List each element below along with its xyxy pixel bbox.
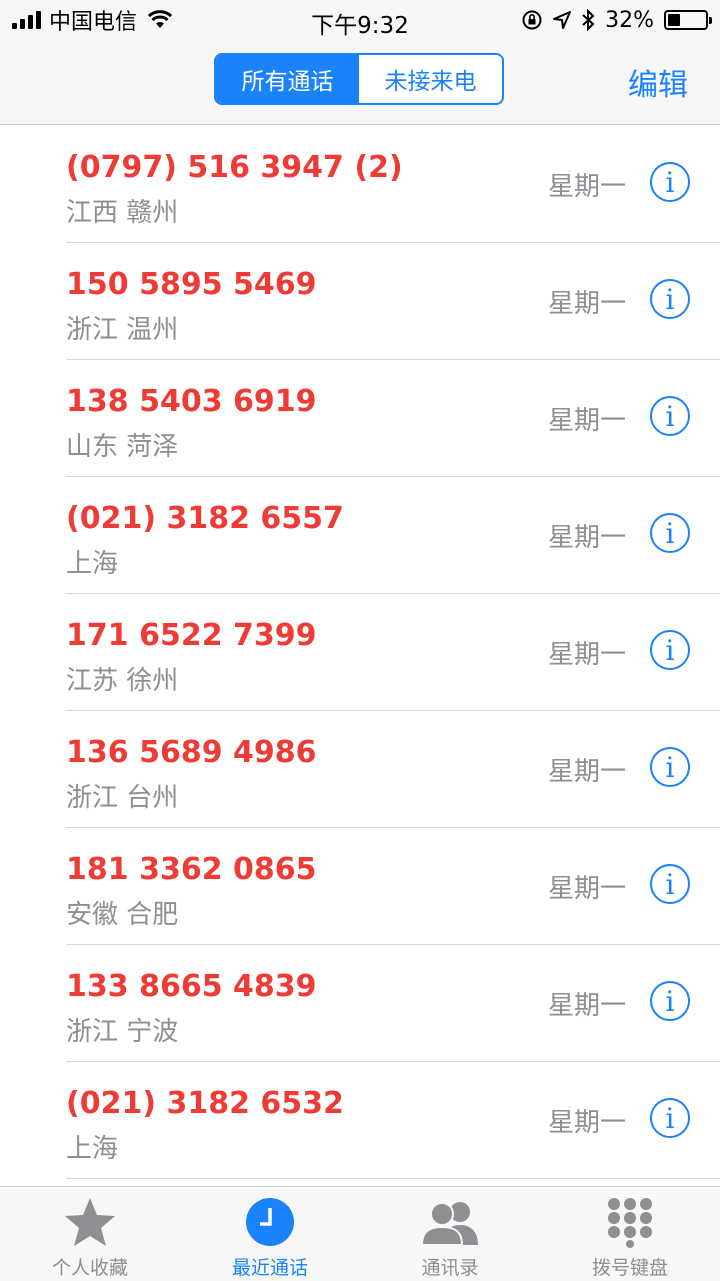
call-row[interactable]: (021) 3182 6557 上海 星期一 i xyxy=(66,477,720,594)
call-row[interactable]: 136 5689 4986 浙江 台州 星期一 i xyxy=(66,711,720,828)
info-icon[interactable]: i xyxy=(650,864,690,904)
call-row[interactable]: (0797) 516 3947 (2) 江西 赣州 星期一 i xyxy=(66,126,720,243)
call-day: 星期一 xyxy=(547,1108,626,1138)
info-icon[interactable]: i xyxy=(650,981,690,1021)
tab-bar: 个人收藏 最近通话 通讯录 拨号键盘 xyxy=(0,1186,720,1281)
call-number: 138 5403 6919 xyxy=(66,384,317,419)
battery-percent: 32% xyxy=(605,7,654,33)
info-icon[interactable]: i xyxy=(650,513,690,553)
call-location: 江西 赣州 xyxy=(66,198,179,228)
call-location: 浙江 温州 xyxy=(66,315,179,345)
call-location: 安徽 合肥 xyxy=(66,900,179,930)
call-filter-segmented-control: 所有通话 未接来电 xyxy=(214,53,504,105)
call-location: 江苏 徐州 xyxy=(66,666,179,696)
status-right: 32% xyxy=(521,6,712,34)
tab-label: 个人收藏 xyxy=(51,1257,128,1279)
call-location: 上海 xyxy=(66,1134,119,1164)
call-row[interactable]: 171 6522 7399 江苏 徐州 星期一 i xyxy=(66,594,720,711)
location-icon xyxy=(553,11,572,29)
tab-label: 最近通话 xyxy=(231,1257,308,1279)
info-icon[interactable]: i xyxy=(650,162,690,202)
info-icon[interactable]: i xyxy=(650,396,690,436)
call-number: (021) 3182 6532 xyxy=(66,1086,344,1121)
call-location: 上海 xyxy=(66,549,119,579)
call-location: 浙江 宁波 xyxy=(66,1017,179,1047)
keypad-icon xyxy=(608,1198,652,1248)
battery-icon xyxy=(664,10,712,30)
tab-label: 通讯录 xyxy=(421,1257,479,1279)
call-number: 150 5895 5469 xyxy=(66,267,317,302)
call-day: 星期一 xyxy=(547,172,626,202)
call-number: 136 5689 4986 xyxy=(66,735,317,770)
call-day: 星期一 xyxy=(547,757,626,787)
star-icon xyxy=(65,1198,115,1246)
edit-button[interactable]: 编辑 xyxy=(628,60,688,104)
call-number: 171 6522 7399 xyxy=(66,618,317,653)
call-number: 181 3362 0865 xyxy=(66,852,317,887)
call-row[interactable]: 150 5895 5469 浙江 温州 星期一 i xyxy=(66,243,720,360)
call-day: 星期一 xyxy=(547,406,626,436)
orientation-lock-icon xyxy=(522,10,542,30)
tab-contacts[interactable]: 通讯录 xyxy=(360,1187,540,1281)
nav-bar: 所有通话 未接来电 编辑 xyxy=(0,40,720,125)
call-number: 133 8665 4839 xyxy=(66,969,317,1004)
segment-all-calls[interactable]: 所有通话 xyxy=(216,55,359,103)
call-day: 星期一 xyxy=(547,640,626,670)
call-number: (0797) 516 3947 (2) xyxy=(66,150,403,185)
call-row[interactable]: (021) 3182 6532 上海 星期一 i xyxy=(66,1062,720,1179)
call-location: 山东 菏泽 xyxy=(66,432,179,462)
call-day: 星期一 xyxy=(547,289,626,319)
tab-favorites[interactable]: 个人收藏 xyxy=(0,1187,180,1281)
call-day: 星期一 xyxy=(547,991,626,1021)
recent-calls-list: (0797) 516 3947 (2) 江西 赣州 星期一 i 150 5895… xyxy=(0,126,720,1186)
bluetooth-icon xyxy=(582,9,595,31)
tab-recents[interactable]: 最近通话 xyxy=(180,1187,360,1281)
call-location: 浙江 台州 xyxy=(66,783,179,813)
call-number: (021) 3182 6557 xyxy=(66,501,344,536)
info-icon[interactable]: i xyxy=(650,747,690,787)
tab-keypad[interactable]: 拨号键盘 xyxy=(540,1187,720,1281)
info-icon[interactable]: i xyxy=(650,279,690,319)
info-icon[interactable]: i xyxy=(650,630,690,670)
call-row[interactable]: 181 3362 0865 安徽 合肥 星期一 i xyxy=(66,828,720,945)
info-icon[interactable]: i xyxy=(650,1098,690,1138)
call-day: 星期一 xyxy=(547,874,626,904)
call-day: 星期一 xyxy=(547,523,626,553)
clock-icon xyxy=(246,1198,294,1246)
segment-missed-calls[interactable]: 未接来电 xyxy=(359,55,502,103)
call-row[interactable]: 138 5403 6919 山东 菏泽 星期一 i xyxy=(66,360,720,477)
status-bar: 中国电信 下午9:32 32% xyxy=(0,0,720,40)
call-row[interactable]: 133 8665 4839 浙江 宁波 星期一 i xyxy=(66,945,720,1062)
contacts-icon xyxy=(420,1202,478,1246)
tab-label: 拨号键盘 xyxy=(591,1257,668,1279)
